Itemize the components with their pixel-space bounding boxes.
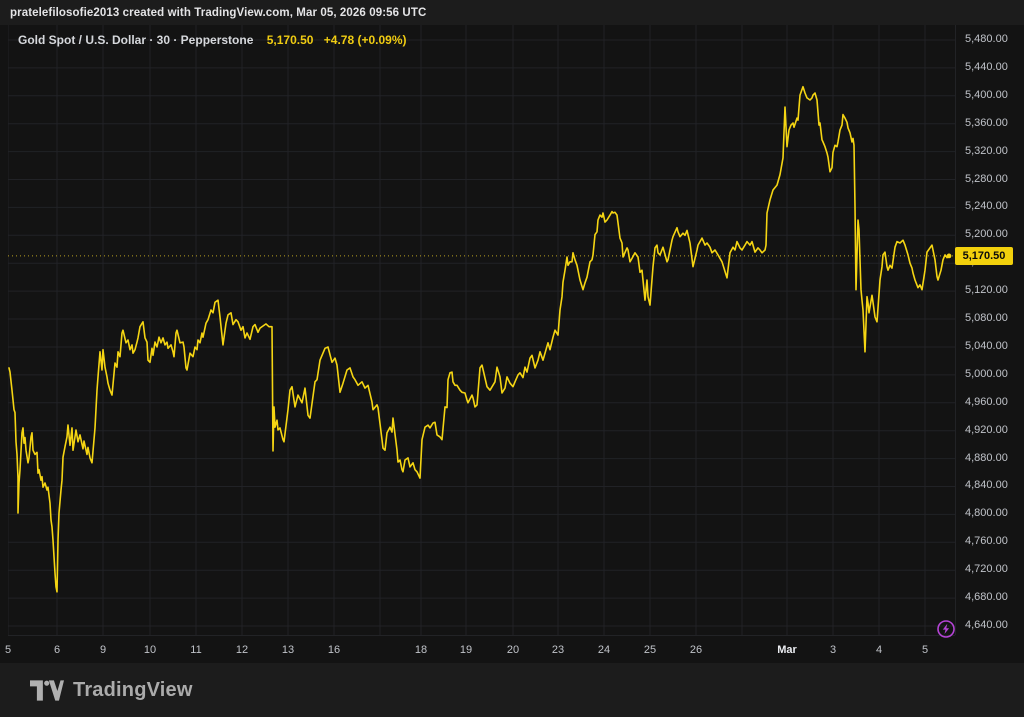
price-tick-label: 4,920.00 <box>965 424 1008 436</box>
price-tick-label: 5,240.00 <box>965 200 1008 212</box>
time-tick-label: 3 <box>830 644 836 656</box>
time-tick-label: 26 <box>690 644 702 656</box>
time-tick-label: 9 <box>100 644 106 656</box>
time-tick-label: 25 <box>644 644 656 656</box>
price-tick-label: 4,680.00 <box>965 591 1008 603</box>
time-tick-label: 11 <box>190 644 201 656</box>
time-tick-label: 16 <box>328 644 340 656</box>
price-tick-label: 4,720.00 <box>965 563 1008 575</box>
time-tick-label: 6 <box>54 644 60 656</box>
price-tick-label: 5,480.00 <box>965 33 1008 45</box>
price-tick-label: 4,880.00 <box>965 452 1008 464</box>
time-tick-label: Mar <box>777 644 797 656</box>
attribution-bar: pratelefilosofie2013 created with Tradin… <box>0 0 1024 25</box>
price-tick-label: 5,080.00 <box>965 312 1008 324</box>
time-tick-label: 12 <box>236 644 248 656</box>
chart-legend[interactable]: Gold Spot / U.S. Dollar · 30 · Peppersto… <box>18 33 407 47</box>
time-tick-label: 24 <box>598 644 610 656</box>
price-tick-label: 4,840.00 <box>965 479 1008 491</box>
time-tick-label: 13 <box>282 644 294 656</box>
time-tick-label: 4 <box>876 644 882 656</box>
tradingview-snapshot: pratelefilosofie2013 created with Tradin… <box>0 0 1024 717</box>
price-tick-label: 4,640.00 <box>965 619 1008 631</box>
price-chart[interactable] <box>8 25 955 635</box>
last-price-badge: 5,170.50 <box>955 247 1013 265</box>
symbol-title[interactable]: Gold Spot / U.S. Dollar · 30 · Peppersto… <box>18 33 253 47</box>
footer-bar: TradingView <box>0 663 1024 717</box>
time-tick-label: 5 <box>922 644 928 656</box>
price-tick-label: 5,440.00 <box>965 61 1008 73</box>
lightning-badge-icon[interactable] <box>936 619 956 639</box>
legend-change: +4.78 (+0.09%) <box>324 33 407 47</box>
tradingview-logo-text: TradingView <box>73 679 193 702</box>
time-tick-label: 20 <box>507 644 519 656</box>
tradingview-logo[interactable]: TradingView <box>30 679 193 702</box>
price-tick-label: 5,000.00 <box>965 368 1008 380</box>
tradingview-logo-mark <box>30 680 64 701</box>
price-axis[interactable]: 5,480.00 5,440.00 5,400.00 5,360.00 5,320.00… <box>955 25 1024 635</box>
price-tick-label: 5,040.00 <box>965 340 1008 352</box>
time-tick-label: 23 <box>552 644 564 656</box>
price-tick-label: 4,760.00 <box>965 535 1008 547</box>
time-tick-label: 19 <box>460 644 472 656</box>
time-axis[interactable]: 5 6 9 10 11 12 13 16 18 19 20 23 24 25 26 Mar 3 4 5 <box>8 635 955 663</box>
price-tick-label: 5,360.00 <box>965 117 1008 129</box>
chart-pane[interactable]: Gold Spot / U.S. Dollar · 30 · Peppersto… <box>8 25 955 635</box>
time-tick-label: 18 <box>415 644 427 656</box>
time-tick-label: 5 <box>5 644 11 656</box>
price-tick-label: 4,960.00 <box>965 396 1008 408</box>
price-tick-label: 5,200.00 <box>965 228 1008 240</box>
price-tick-label: 5,400.00 <box>965 89 1008 101</box>
price-tick-label: 4,800.00 <box>965 507 1008 519</box>
gridlines <box>8 25 955 635</box>
time-tick-label: 10 <box>144 644 156 656</box>
legend-last-price: 5,170.50 <box>267 33 314 47</box>
price-tick-label: 5,280.00 <box>965 173 1008 185</box>
price-tick-label: 5,320.00 <box>965 145 1008 157</box>
attribution-text: pratelefilosofie2013 created with Tradin… <box>10 7 426 19</box>
last-point-marker <box>947 254 952 259</box>
price-tick-label: 5,120.00 <box>965 284 1008 296</box>
